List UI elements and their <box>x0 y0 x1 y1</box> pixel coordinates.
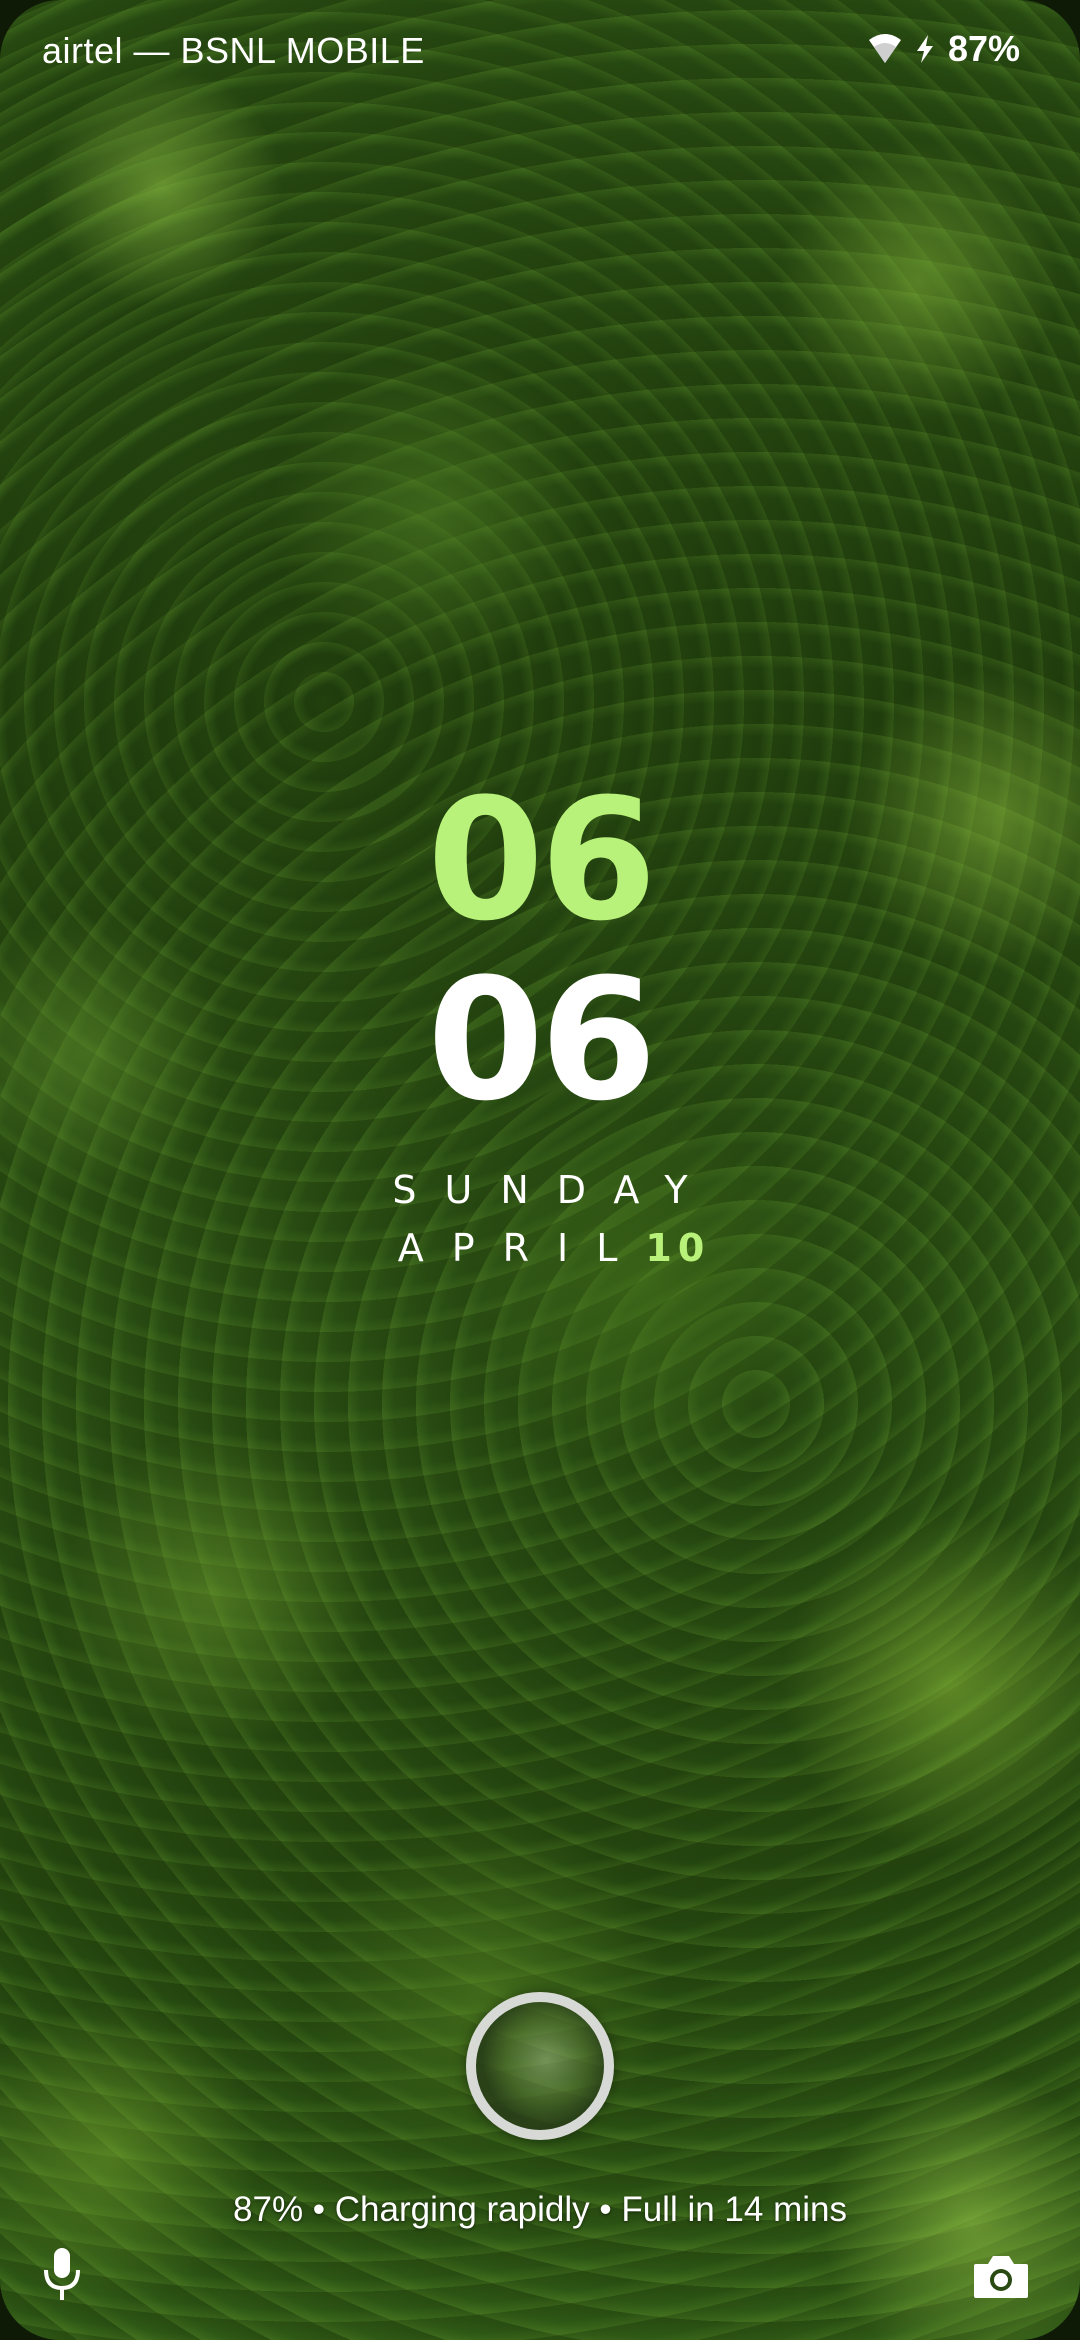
fingerprint-sensor[interactable] <box>466 1992 614 2140</box>
lock-screen: airtel — BSNL MOBILE 87% 06 06 SUNDAY AP… <box>0 0 1080 2340</box>
mic-icon[interactable] <box>38 2244 86 2304</box>
charging-bolt-icon <box>914 34 936 64</box>
wifi-icon <box>868 34 902 64</box>
status-bar: airtel — BSNL MOBILE 87% <box>0 0 1080 110</box>
clock-minute: 06 <box>427 942 657 1138</box>
status-icons: 87% <box>868 28 1020 70</box>
date-day: SUNDAY <box>392 1168 716 1212</box>
carrier-label: airtel — BSNL MOBILE <box>42 30 425 71</box>
date-month: APRIL <box>397 1226 646 1270</box>
clock: 06 06 <box>0 770 1080 1130</box>
date-day-number: 10 <box>645 1226 711 1270</box>
camera-icon[interactable] <box>972 2252 1030 2300</box>
clock-hour: 06 <box>427 762 657 958</box>
battery-percent: 87% <box>947 28 1020 69</box>
charging-status: 87% • Charging rapidly • Full in 14 mins <box>233 2190 847 2229</box>
date-month-row: APRIL10 <box>0 1226 1080 1270</box>
